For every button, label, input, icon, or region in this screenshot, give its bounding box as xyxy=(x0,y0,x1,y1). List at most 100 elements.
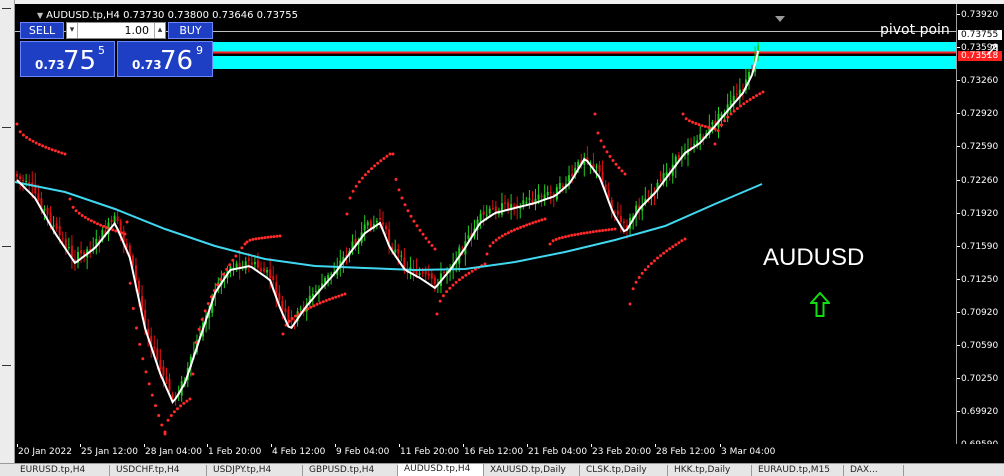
one-click-trading-panel: SELL ▾ 1.00 ▴ BUY 0.73 75 5 0.73 76 9 xyxy=(20,22,213,77)
sar-dot xyxy=(131,307,135,310)
time-label: 23 Feb 20:00 xyxy=(592,447,652,457)
candle-body xyxy=(165,376,168,381)
candle-body xyxy=(278,293,281,301)
volume-input[interactable]: ▾ 1.00 ▴ xyxy=(66,22,166,39)
tab-gbpusd[interactable]: GBPUSD.tp,H4 xyxy=(303,465,398,476)
sar-dot xyxy=(503,232,507,236)
sar-dot xyxy=(573,233,577,237)
sell-price-prefix: 0.73 xyxy=(35,58,65,72)
symbol-header-text: AUDUSD.tp,H4 0.73730 0.73800 0.73646 0.7… xyxy=(46,10,299,21)
sar-dot xyxy=(412,219,416,223)
sar-dot xyxy=(309,305,313,309)
scale-fix-icon[interactable] xyxy=(985,42,999,61)
tab-clsk[interactable]: CLSK.tp,Daily xyxy=(580,465,668,476)
sar-dot xyxy=(697,123,701,127)
sar-dot xyxy=(451,283,455,287)
candle-body xyxy=(263,268,266,272)
sar-dot xyxy=(50,148,54,152)
sar-dot xyxy=(135,326,138,330)
buy-price-quote[interactable]: 0.73 76 9 xyxy=(117,41,213,77)
candle-body xyxy=(55,223,58,229)
price-label: 0.69920 xyxy=(961,407,999,418)
sar-dot xyxy=(272,235,276,239)
sar-dot xyxy=(534,220,538,224)
sar-dot xyxy=(438,299,442,303)
candle-body xyxy=(525,201,528,203)
candle-body xyxy=(260,268,262,272)
sar-dot xyxy=(500,234,504,238)
volume-value[interactable]: 1.00 xyxy=(79,23,153,38)
time-label: 28 Jan 04:00 xyxy=(145,447,202,457)
sar-dot xyxy=(357,180,361,184)
tab-usdjpy[interactable]: USDJPY.tp,H4 xyxy=(207,465,303,476)
sar-dot xyxy=(470,269,474,273)
time-label: 28 Feb 12:00 xyxy=(656,447,716,457)
sar-dot xyxy=(379,159,383,163)
sar-dot xyxy=(363,173,367,177)
sar-dot xyxy=(47,147,51,150)
sar-dot xyxy=(123,232,127,236)
sar-dot xyxy=(318,301,322,305)
candle-body xyxy=(522,200,525,205)
candle-body xyxy=(549,192,552,194)
price-label: 0.70250 xyxy=(961,374,999,385)
sar-dot xyxy=(598,229,601,233)
up-arrow-outline-icon xyxy=(808,291,832,322)
candle-body xyxy=(19,176,22,180)
tab-audusd[interactable]: AUDUSD.tp,H4 xyxy=(398,464,484,476)
price-scale[interactable]: 0.73920 0.73590 0.73260 0.72920 0.72590 0.722… xyxy=(956,4,1004,450)
sar-dot xyxy=(53,149,57,153)
sar-dot xyxy=(169,414,173,417)
candle-body xyxy=(375,220,378,223)
collapse-triangle-icon[interactable]: ▼ xyxy=(37,11,43,20)
sar-dot xyxy=(454,280,458,284)
sar-dot xyxy=(540,218,544,222)
tab-euraud[interactable]: EURAUD.tp,M15 xyxy=(752,465,844,476)
sar-dot xyxy=(28,138,32,141)
sar-dot xyxy=(611,159,615,162)
chart-shift-marker-icon[interactable] xyxy=(775,8,785,27)
price-label: 0.71920 xyxy=(961,208,999,219)
sar-dot xyxy=(245,240,249,244)
sar-dot xyxy=(659,254,663,258)
sar-dot xyxy=(605,150,609,154)
candle-body xyxy=(479,213,482,221)
sar-dot xyxy=(37,143,41,146)
candle-body xyxy=(253,261,256,265)
time-scale[interactable]: 20 Jan 2022 25 Jan 12:00 28 Jan 04:00 1 Feb… xyxy=(15,444,1004,463)
candle-body xyxy=(732,95,735,102)
volume-increase-icon[interactable]: ▴ xyxy=(154,23,165,38)
tab-eurusd[interactable]: EURUSD.tp,H4 xyxy=(14,465,110,476)
tab-xauusd[interactable]: XAUUSD.tp,Daily xyxy=(484,465,580,476)
chart-window: ▼ AUDUSD.tp,H4 0.73730 0.73800 0.73646 0.… xyxy=(0,0,1004,476)
tab-usdchf[interactable]: USDCHF.tp,H4 xyxy=(110,465,207,476)
sar-dot xyxy=(716,129,720,133)
tab-hkk[interactable]: HKK.tp,Daily xyxy=(668,465,752,476)
sell-button[interactable]: SELL xyxy=(20,22,64,39)
sar-dot xyxy=(617,166,621,170)
sar-dot xyxy=(197,327,201,331)
sar-dot xyxy=(89,219,93,223)
sar-dot xyxy=(691,120,695,124)
sar-dot xyxy=(354,184,358,188)
candle-body xyxy=(266,269,269,273)
sar-dot xyxy=(461,276,465,279)
sar-dot xyxy=(394,177,398,181)
candle-body xyxy=(595,166,598,168)
sar-dot xyxy=(567,234,571,238)
volume-decrease-icon[interactable]: ▾ xyxy=(67,23,78,38)
sar-dot xyxy=(206,302,210,305)
candle-body xyxy=(256,260,259,268)
tab-dax[interactable]: DAX... xyxy=(844,465,904,476)
sar-dot xyxy=(537,219,541,223)
sell-price-quote[interactable]: 0.73 75 5 xyxy=(20,41,115,77)
candle-body xyxy=(67,247,70,249)
sar-dot xyxy=(723,119,727,123)
sar-dot xyxy=(687,119,691,123)
left-ruler xyxy=(0,0,15,463)
candle-body xyxy=(528,198,531,200)
sar-dot xyxy=(607,228,611,232)
buy-button[interactable]: BUY xyxy=(168,22,213,39)
candle-body xyxy=(70,245,73,258)
sar-dot xyxy=(623,172,627,176)
